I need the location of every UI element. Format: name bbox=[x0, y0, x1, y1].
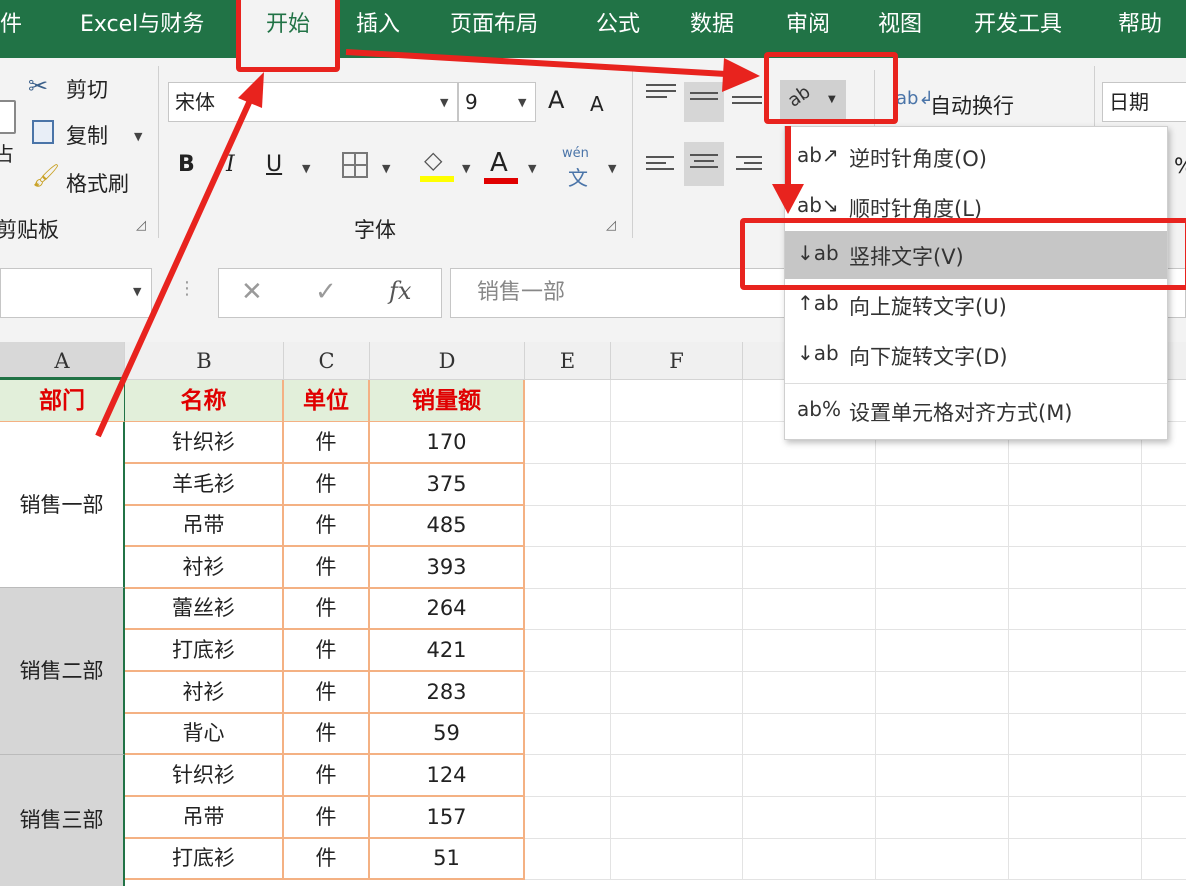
arrowhead-orientation bbox=[722, 58, 760, 92]
arrow-to-home-tab bbox=[95, 94, 255, 438]
arrowhead-home-tab bbox=[238, 72, 264, 108]
annotation-arrows bbox=[95, 49, 804, 438]
arrow-to-orientation bbox=[345, 49, 727, 77]
arrowhead-vertical-text bbox=[772, 184, 804, 214]
